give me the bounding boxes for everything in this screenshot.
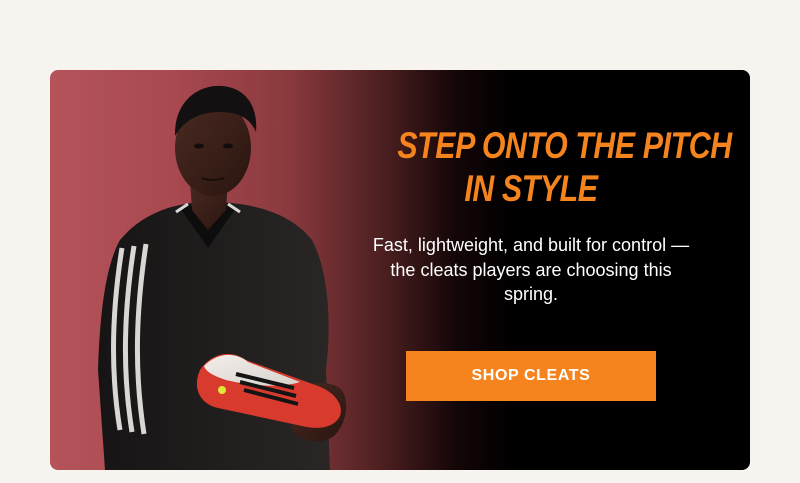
promo-description: Fast, lightweight, and built for control… <box>372 235 690 304</box>
promo-headline: STEP ONTO THE PITCH IN STYLE <box>397 124 732 210</box>
player-holding-cleat-image <box>98 85 347 470</box>
promo-copy: STEP ONTO THE PITCH IN STYLE Fast, light… <box>368 124 732 307</box>
promo-banner: STEP ONTO THE PITCH IN STYLE Fast, light… <box>50 70 750 470</box>
headline-line-1: STEP ONTO THE PITCH <box>397 125 732 166</box>
shop-cleats-button[interactable]: SHOP CLEATS <box>406 351 656 401</box>
headline-line-2: IN STYLE <box>464 168 598 209</box>
